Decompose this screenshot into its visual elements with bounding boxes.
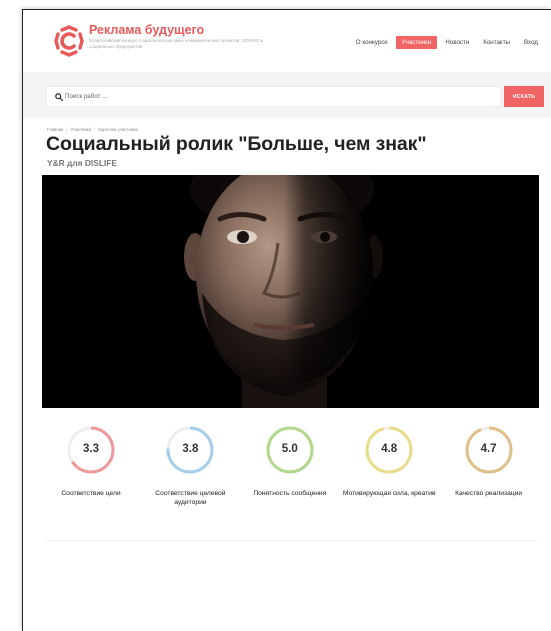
video-frame-portrait	[42, 175, 539, 408]
search-box	[46, 86, 501, 107]
nav-item-contacts[interactable]: Контакты	[477, 36, 516, 49]
page-title: Социальный ролик "Больше, чем знак"	[46, 133, 427, 155]
score-label: Качество реализации	[455, 490, 523, 497]
nav-item-login[interactable]: Вход	[518, 36, 544, 49]
breadcrumb-current: Карточка участника	[98, 127, 138, 132]
site-header: Реклама будущего Всероссийский конкурс с…	[23, 10, 551, 72]
score-value: 5.0	[281, 443, 298, 455]
breadcrumb-separator: /	[66, 127, 68, 132]
score-label: Соответствие цели	[61, 490, 121, 497]
brand-tagline: Всероссийский конкурс социальной рекламы…	[89, 38, 264, 49]
nav-item-about[interactable]: О конкурсе	[350, 36, 394, 49]
video-player[interactable]	[42, 175, 539, 408]
score-value: 3.8	[182, 443, 199, 455]
search-bar: ИСКАТЬ	[23, 72, 551, 118]
brand-logo-icon[interactable]	[53, 25, 85, 57]
score-panel: 3.3 Соответствие цели 3.8 Соответствие целе…	[43, 425, 540, 525]
score-value: 4.8	[381, 443, 398, 455]
search-button[interactable]: ИСКАТЬ	[504, 86, 544, 107]
breadcrumb-separator: /	[94, 127, 96, 132]
breadcrumb-home[interactable]: Главная	[47, 127, 63, 132]
search-icon	[55, 93, 63, 101]
score-label: Понятность сообщения	[253, 490, 327, 497]
score-label: Мотивирующая сила, креатив	[342, 490, 436, 497]
score-value: 3.3	[83, 443, 99, 455]
section-divider	[46, 540, 537, 541]
nav-item-participants[interactable]: Участники	[395, 36, 438, 49]
nav-item-news[interactable]: Новости	[439, 36, 475, 49]
score-value: 4.7	[480, 443, 497, 455]
work-author: Y&R для DISLIFE	[47, 158, 117, 168]
score-label: Соответствие целевой аудитории	[155, 490, 226, 506]
breadcrumb-participants[interactable]: Участники	[71, 127, 92, 132]
main-nav: О конкурсе Участники Новости Контакты Вх…	[350, 36, 544, 49]
search-input[interactable]	[65, 87, 485, 106]
browser-page: Реклама будущего Всероссийский конкурс с…	[22, 9, 551, 631]
breadcrumb: Главная / Участники / Карточка участника	[47, 127, 138, 132]
brand-name[interactable]: Реклама будущего	[89, 23, 204, 37]
